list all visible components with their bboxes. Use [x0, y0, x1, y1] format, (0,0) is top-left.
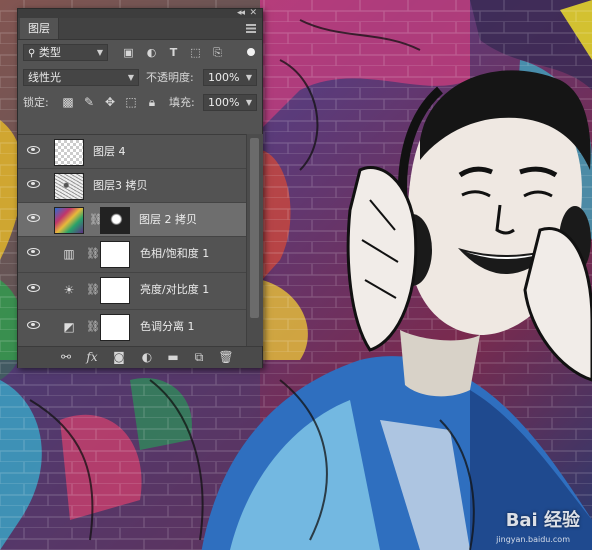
opacity-value: 100% — [208, 71, 240, 84]
link-icon[interactable]: ⛓︎ — [86, 283, 100, 297]
lock-transparent-icon[interactable]: ▩ — [61, 95, 75, 110]
chevron-down-icon: ▼ — [127, 73, 134, 82]
layer-row[interactable]: ☀ ⛓︎ 亮度/对比度 1 — [18, 273, 246, 310]
layers-scrollbar[interactable] — [246, 134, 263, 346]
lock-artboard-icon[interactable]: ⬚ — [124, 95, 138, 110]
fill-label: 填充: — [169, 96, 195, 109]
panel-menu-icon[interactable] — [246, 24, 256, 33]
lock-label: 锁定: — [23, 96, 49, 109]
visibility-eye-icon[interactable] — [27, 146, 40, 154]
layer-name: 图层 4 — [93, 145, 126, 158]
scrollbar-thumb[interactable] — [250, 138, 259, 318]
blend-mode-dropdown[interactable]: 线性光 ▼ — [23, 69, 139, 86]
shape-filter-icon[interactable]: ⬚ — [188, 46, 203, 59]
type-filter-icon[interactable]: T — [166, 46, 181, 59]
layer-thumbnail — [54, 207, 84, 234]
link-icon[interactable]: ⛓︎ — [89, 213, 103, 227]
new-adjustment-icon[interactable]: ◐ — [139, 350, 155, 365]
opacity-label: 不透明度: — [146, 71, 194, 84]
visibility-eye-icon[interactable] — [27, 321, 40, 329]
add-mask-icon[interactable]: ◙ — [111, 350, 127, 365]
smart-object-filter-icon[interactable]: ⎘ — [210, 46, 225, 59]
adjustment-filter-icon[interactable]: ◐ — [144, 46, 159, 59]
chevron-down-icon: ▼ — [245, 98, 252, 107]
visibility-eye-icon[interactable] — [27, 214, 40, 222]
visibility-eye-icon[interactable] — [27, 248, 40, 256]
layer-name: 图层3 拷贝 — [93, 179, 148, 192]
delete-icon[interactable]: 🗑︎ — [218, 350, 234, 365]
lock-image-icon[interactable]: ✎ — [82, 95, 96, 110]
lock-row: 锁定: ▩ ✎ ✥ ⬚ 🔒︎ 填充: 100% ▼ — [18, 90, 262, 115]
link-icon[interactable]: ⛓︎ — [86, 320, 100, 334]
brightness-contrast-icon: ☀ — [63, 283, 75, 297]
layer-row[interactable]: 图层3 拷贝 — [18, 169, 246, 203]
link-layers-icon[interactable]: ⚯ — [58, 350, 74, 365]
chevron-down-icon: ▼ — [245, 73, 252, 82]
layer-name: 色相/饱和度 1 — [140, 247, 210, 260]
layer-mask-thumbnail[interactable] — [100, 241, 130, 268]
hue-saturation-icon: ▥ — [63, 247, 75, 261]
filter-kind-dropdown[interactable]: ⚲ 类型 ▼ — [23, 44, 108, 61]
layer-mask-thumbnail[interactable] — [100, 277, 130, 304]
layer-thumbnail — [54, 139, 84, 166]
layer-thumbnail — [54, 173, 84, 200]
lock-all-icon[interactable]: 🔒︎ — [145, 95, 159, 110]
image-filter-icon[interactable]: ▣ — [121, 46, 136, 59]
fill-field[interactable]: 100% ▼ — [203, 94, 257, 111]
filter-toggle[interactable] — [247, 48, 255, 56]
layer-row[interactable]: 图层 4 — [18, 135, 246, 169]
fx-icon[interactable]: fx — [84, 350, 100, 365]
visibility-eye-icon[interactable] — [27, 284, 40, 292]
visibility-eye-icon[interactable] — [27, 180, 40, 188]
layer-name: 图层 2 拷贝 — [139, 213, 197, 226]
layers-panel: ◂◂ ✕ 图层 ⚲ 类型 ▼ ▣ ◐ T ⬚ ⎘ 线性光 ▼ 不透明度: 100… — [17, 8, 263, 368]
opacity-field[interactable]: 100% ▼ — [203, 69, 257, 86]
tab-layers[interactable]: 图层 — [20, 18, 59, 39]
layer-name: 色调分离 1 — [140, 320, 195, 333]
search-icon: ⚲ — [28, 48, 36, 59]
layer-mask-thumbnail[interactable] — [100, 314, 130, 341]
layer-row-selected[interactable]: ⛓︎ 图层 2 拷贝 — [18, 203, 246, 237]
link-icon[interactable]: ⛓︎ — [86, 247, 100, 261]
layer-name: 亮度/对比度 1 — [140, 283, 210, 296]
blend-mode-value: 线性光 — [28, 71, 61, 84]
posterize-icon: ◩ — [63, 320, 75, 334]
filter-row: ⚲ 类型 ▼ ▣ ◐ T ⬚ ⎘ — [18, 40, 262, 65]
filter-kind-label: 类型 — [38, 46, 61, 59]
panel-bottom-bar: ⚯ fx ◙ ◐ ▬ ⧉ 🗑︎ — [18, 346, 262, 368]
layer-row[interactable]: ▥ ⛓︎ 色相/饱和度 1 — [18, 237, 246, 273]
layers-list: 图层 4 图层3 拷贝 ⛓︎ 图层 2 拷贝 ▥ ⛓︎ 色相/饱和度 1 ☀ ⛓… — [18, 134, 246, 347]
watermark-logo: Bai 经验 — [505, 510, 580, 531]
layer-row[interactable]: ◩ ⛓︎ 色调分离 1 — [18, 310, 246, 347]
new-group-icon[interactable]: ▬ — [165, 350, 181, 365]
layer-mask-thumbnail[interactable] — [100, 207, 130, 234]
fill-value: 100% — [208, 96, 240, 109]
chevron-down-icon: ▼ — [96, 48, 103, 57]
panel-tab-row: 图层 — [18, 18, 262, 40]
watermark-url: jingyan.baidu.com — [496, 535, 570, 544]
new-layer-icon[interactable]: ⧉ — [191, 350, 207, 365]
panel-titlebar: ◂◂ ✕ — [18, 8, 262, 18]
blend-row: 线性光 ▼ 不透明度: 100% ▼ — [18, 65, 262, 90]
lock-position-icon[interactable]: ✥ — [103, 95, 117, 110]
